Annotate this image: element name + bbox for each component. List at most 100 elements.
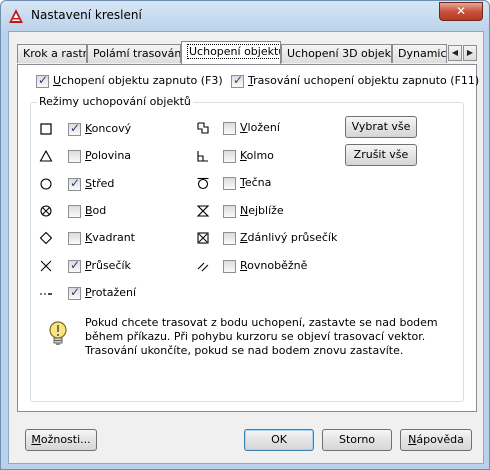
cancel-button[interactable]: Storno [322, 429, 392, 451]
endpoint-checkbox[interactable] [68, 121, 81, 136]
extension-checkbox[interactable] [68, 285, 81, 300]
dialog-client-area: Krok a rastr Polámí trasování Uchopení o… [8, 31, 484, 464]
nearest-checkbox[interactable] [223, 205, 236, 218]
accel-key: Z [240, 231, 248, 244]
clear-all-button[interactable]: Zrušit vše [345, 144, 417, 166]
label-text: ložení [247, 121, 280, 134]
endpoint-label[interactable]: Koncový [85, 122, 131, 135]
help-label: ápověda [416, 433, 464, 446]
info-line: Pokud chcete trasovat z bodu uchopení, z… [85, 316, 438, 329]
label-text: rotažení [91, 286, 137, 299]
tab-3d-object-snap[interactable]: Uchopení 3D objektů [281, 44, 392, 63]
label-text: ovnoběžně [247, 259, 308, 272]
select-all-button[interactable]: Vybrat vše [345, 116, 417, 138]
tab-label: Polámí trasování [93, 47, 181, 60]
insertion-checkbox[interactable] [223, 122, 236, 135]
label-text: olovina [91, 149, 132, 162]
object-snap-panel: Uchopení objektu zapnuto (F3) Trasování … [17, 64, 479, 412]
apparent-intersection-label[interactable]: Zdánlivý průsečík [240, 231, 337, 244]
tab-scroll-left-button[interactable]: ◀ [448, 45, 462, 61]
tab-label: Uchopení 3D objektů [287, 47, 392, 60]
autocad-app-icon [9, 9, 23, 23]
tab-label: Dynamick [398, 47, 447, 60]
label-text: oncový [91, 122, 132, 135]
tab-object-snap[interactable]: Uchopení objektu [181, 41, 281, 64]
quadrant-label[interactable]: Kvadrant [85, 231, 135, 244]
label-text: chopení objektu zapnuto (F3) [61, 74, 223, 87]
label-text: olmo [246, 149, 274, 162]
lightbulb-icon [49, 321, 67, 345]
intersection-icon [40, 260, 52, 272]
otrack-on-checkbox[interactable] [231, 73, 244, 88]
info-text: Pokud chcete trasovat z bodu uchopení, z… [85, 316, 438, 358]
snap-modes-group: Režimy uchopování objektů Koncový Polovi… [30, 95, 464, 402]
intersection-label[interactable]: Průsečík [85, 259, 131, 272]
label-text: od [92, 204, 107, 217]
parallel-icon [197, 262, 209, 272]
accel-key: K [240, 149, 247, 162]
extension-label[interactable]: Protažení [85, 286, 136, 299]
dialog-window: Nastavení kreslení ✕ Krok a rastr Polámí… [0, 0, 490, 470]
tangent-label[interactable]: Tečna [240, 176, 271, 189]
node-icon [40, 205, 52, 217]
perpendicular-checkbox[interactable] [223, 150, 236, 163]
label-text: ečna [244, 176, 272, 189]
osnap-on-checkbox[interactable] [36, 73, 49, 88]
accel-key: U [53, 74, 62, 87]
midpoint-checkbox[interactable] [68, 150, 81, 163]
quadrant-icon [39, 231, 53, 245]
tab-strip: Krok a rastr Polámí trasování Uchopení o… [17, 41, 477, 65]
tab-snap-and-grid[interactable]: Krok a rastr [17, 44, 87, 63]
midpoint-icon [39, 149, 53, 162]
center-checkbox[interactable] [68, 176, 81, 191]
parallel-checkbox[interactable] [223, 260, 236, 273]
ok-button[interactable]: OK [244, 429, 314, 451]
group-title: Režimy uchopování objektů [37, 95, 193, 108]
endpoint-icon [40, 123, 52, 135]
tab-label: Krok a rastr [23, 47, 87, 60]
title-bar[interactable]: Nastavení kreslení ✕ [1, 1, 489, 31]
insertion-icon [197, 122, 209, 134]
label-text: dánlivý průsečík [247, 231, 338, 244]
parallel-label[interactable]: Rovnoběžně [240, 259, 307, 272]
label-text: ejblíže [248, 204, 284, 217]
accel-key: N [240, 204, 249, 217]
accel-key: S [85, 177, 92, 190]
center-label[interactable]: Střed [85, 177, 114, 190]
insertion-label[interactable]: Vložení [240, 121, 280, 134]
extension-icon [40, 293, 52, 295]
label-text: třed [91, 177, 115, 190]
nearest-label[interactable]: Nejblíže [240, 204, 284, 217]
label-text: růsečík [91, 259, 131, 272]
tangent-checkbox[interactable] [223, 177, 236, 190]
help-button[interactable]: Nápověda [400, 429, 472, 451]
perpendicular-icon [197, 151, 208, 162]
otrack-on-label[interactable]: Trasování uchopení objektu zapnuto (F11) [248, 74, 479, 87]
window-title: Nastavení kreslení [31, 8, 142, 22]
perpendicular-label[interactable]: Kolmo [240, 149, 274, 162]
tab-polar-tracking[interactable]: Polámí trasování [87, 44, 181, 63]
node-checkbox[interactable] [68, 205, 81, 218]
quadrant-checkbox[interactable] [68, 232, 81, 245]
tangent-icon [197, 177, 209, 190]
osnap-on-label[interactable]: Uchopení objektu zapnuto (F3) [53, 74, 223, 87]
options-label: ožnosti... [40, 433, 91, 446]
accel-key: B [85, 204, 93, 217]
center-icon [40, 178, 52, 190]
node-label[interactable]: Bod [85, 204, 106, 217]
tab-label: Uchopení objektu [187, 44, 280, 59]
info-line: Trasování ukončíte, pokud se nad bodem z… [85, 344, 404, 357]
midpoint-label[interactable]: Polovina [85, 149, 131, 162]
accel-key: V [240, 121, 248, 134]
label-text: vadrant [92, 231, 135, 244]
apparent-intersection-icon [197, 232, 209, 244]
nearest-icon [196, 205, 210, 217]
close-button[interactable]: ✕ [439, 2, 483, 21]
tab-dynamic-input[interactable]: Dynamick [392, 44, 447, 63]
accel-key: K [85, 122, 92, 135]
apparent-intersection-checkbox[interactable] [223, 232, 236, 245]
label-text: rasování uchopení objektu zapnuto (F11) [253, 74, 480, 87]
tab-scroll-right-button[interactable]: ▶ [463, 45, 477, 61]
options-button[interactable]: Možnosti... [25, 429, 97, 451]
intersection-checkbox[interactable] [68, 258, 81, 273]
